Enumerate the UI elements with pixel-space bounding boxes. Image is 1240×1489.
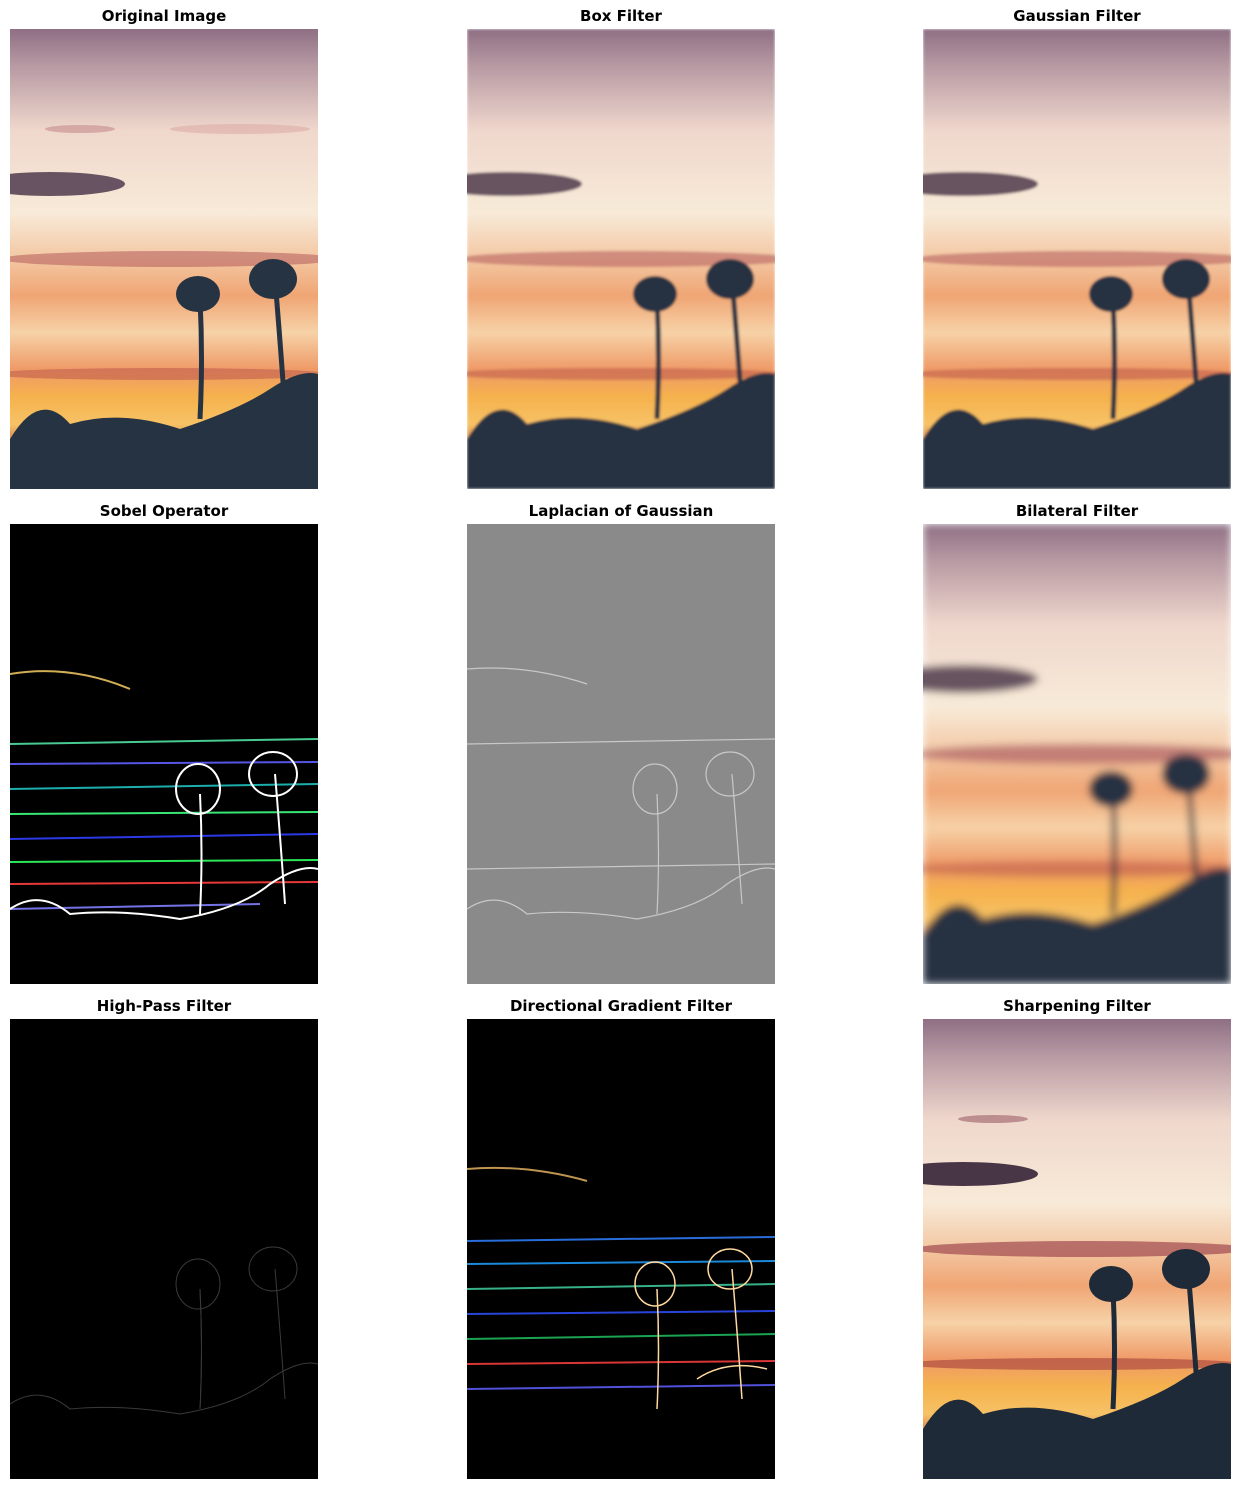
figure: { "panels": [ {"title": "Original Image"… [0, 0, 1240, 1489]
panel-title: Sharpening Filter [1003, 997, 1151, 1015]
panel-title: Laplacian of Gaussian [528, 502, 714, 520]
panel-title: Original Image [101, 7, 227, 25]
original-image [10, 29, 318, 489]
box-filter-image [467, 29, 775, 489]
gaussian-filter-image [923, 29, 1231, 489]
log-image [467, 524, 775, 984]
high-pass-image [10, 1019, 318, 1479]
panel-title: Box Filter [580, 7, 662, 25]
directional-gradient-image [467, 1019, 775, 1479]
panel-title: Bilateral Filter [1015, 502, 1139, 520]
panel-title: Directional Gradient Filter [509, 997, 733, 1015]
panel-title: Sobel Operator [99, 502, 229, 520]
panel-title: Gaussian Filter [1013, 7, 1141, 25]
panel-title: High-Pass Filter [96, 997, 232, 1015]
sharpening-image [923, 1019, 1231, 1479]
sobel-image [10, 524, 318, 984]
bilateral-image [923, 524, 1231, 984]
